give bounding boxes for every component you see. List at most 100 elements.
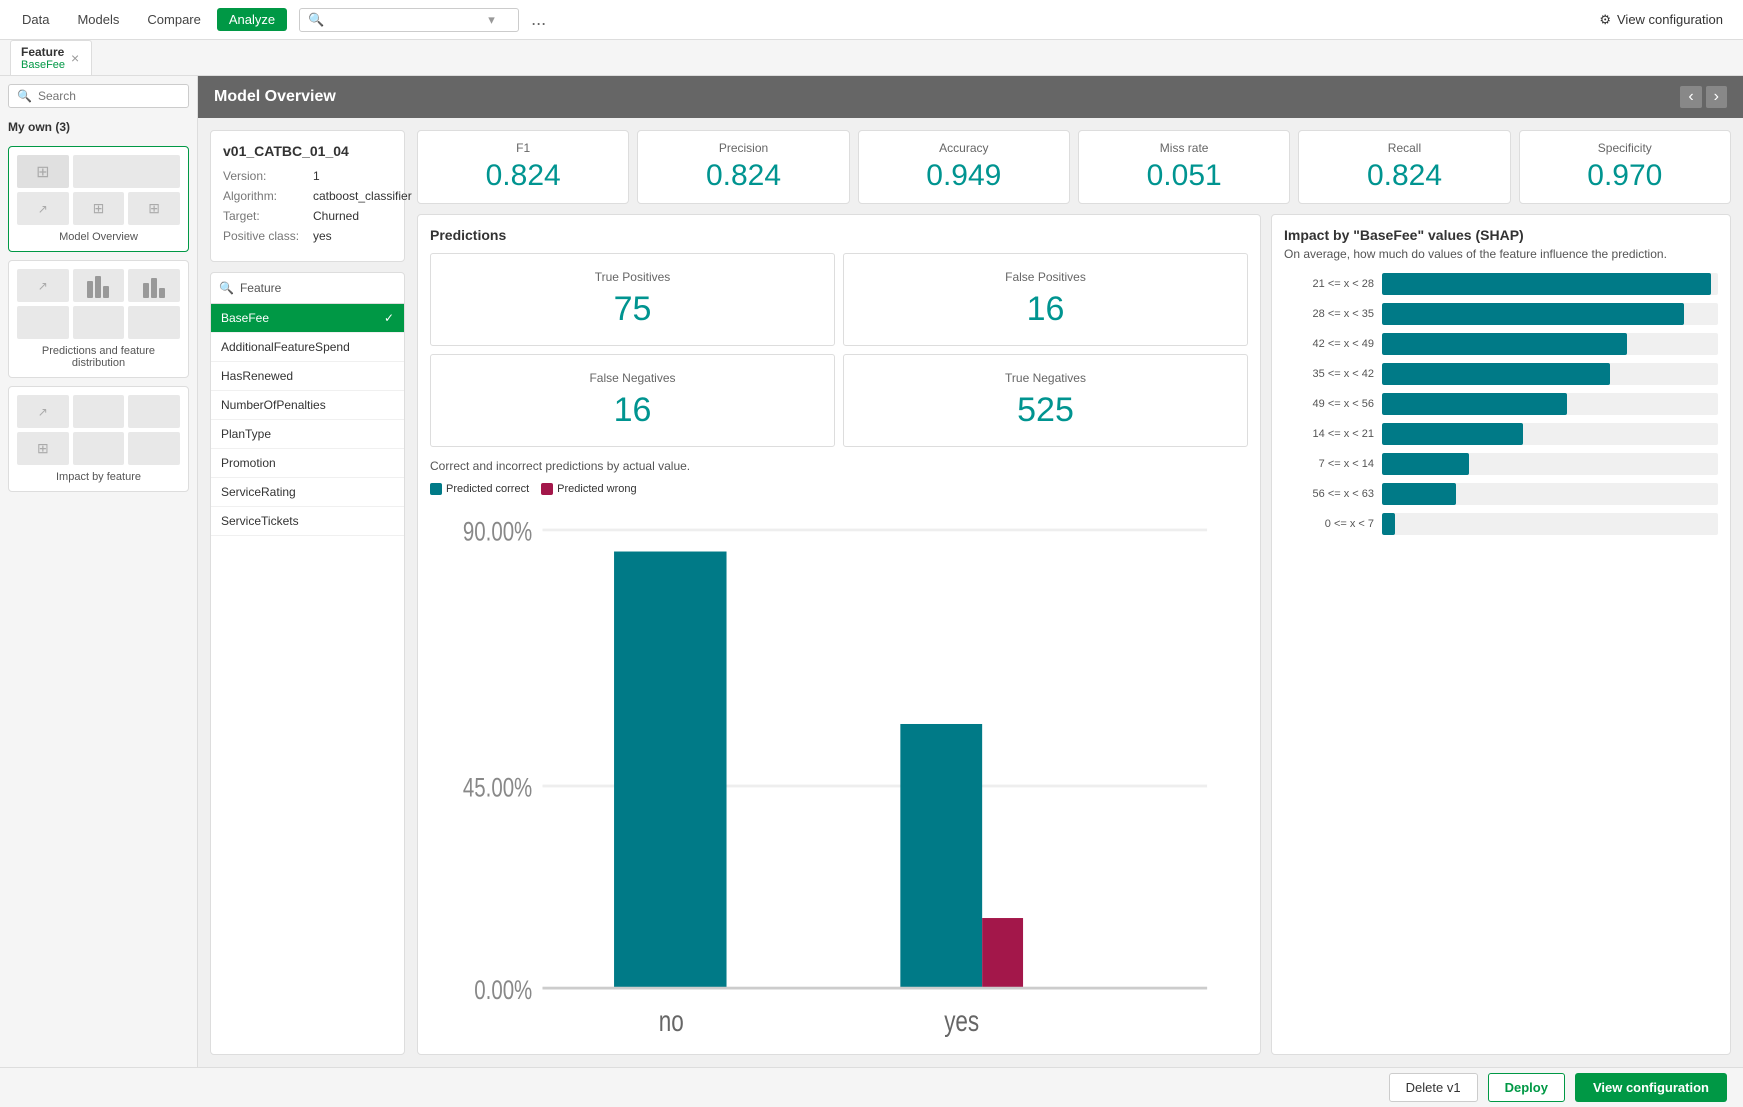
metric-specificity-label: Specificity — [1532, 141, 1718, 155]
export-icon: ↗ — [38, 202, 48, 216]
bar-chart-section: Correct and incorrect predictions by act… — [430, 459, 1248, 1042]
nav-models[interactable]: Models — [65, 8, 131, 31]
shap-bar-fill-2 — [1382, 333, 1627, 355]
model-info-version-row: Version: 1 — [223, 169, 392, 183]
close-icon[interactable]: × — [71, 50, 79, 66]
model-search-bar[interactable]: 🔍 v01_CATBC_01_04 ▾ — [299, 8, 519, 32]
deploy-button[interactable]: Deploy — [1488, 1073, 1565, 1102]
header-prev-button[interactable]: ‹ — [1680, 86, 1701, 108]
feature-item-plantype[interactable]: PlanType — [211, 420, 404, 449]
shap-bar-fill-3 — [1382, 363, 1610, 385]
feature-item-basefee[interactable]: BaseFee ✓ — [211, 304, 404, 333]
nav-compare[interactable]: Compare — [135, 8, 212, 31]
metric-precision-label: Precision — [650, 141, 836, 155]
tab-row: Feature BaseFee × — [0, 40, 1743, 76]
sidebar-search[interactable]: 🔍 — [8, 84, 189, 108]
sidebar-search-input[interactable] — [38, 89, 180, 103]
shap-bar-row-5: 14 <= x < 21 — [1284, 423, 1718, 445]
cm-false-positives: False Positives 16 — [843, 253, 1248, 346]
metric-miss-rate: Miss rate 0.051 — [1078, 130, 1290, 204]
more-options-button[interactable]: ... — [523, 5, 554, 34]
feature-item-servicerating[interactable]: ServiceRating — [211, 478, 404, 507]
metric-precision-value: 0.824 — [650, 159, 836, 193]
feature-item-penalties[interactable]: NumberOfPenalties — [211, 391, 404, 420]
target-value: Churned — [313, 209, 359, 223]
target-label: Target: — [223, 209, 313, 223]
shap-bar-fill-6 — [1382, 453, 1469, 475]
sidebar-section-label: My own (3) — [8, 116, 189, 138]
metric-f1: F1 0.824 — [417, 130, 629, 204]
puzzle-icon-4: ⊞ — [37, 440, 49, 457]
model-header: Model Overview ‹ › — [198, 76, 1743, 118]
shap-bar-fill-5 — [1382, 423, 1523, 445]
tab-title: Feature — [21, 45, 65, 59]
sidebar-card-impact[interactable]: ↗ ⊞ Impact by feature — [8, 386, 189, 492]
shap-bar-row-2: 42 <= x < 49 — [1284, 333, 1718, 355]
model-info-algorithm-row: Algorithm: catboost_classifier — [223, 189, 392, 203]
top-nav: Data Models Compare Analyze 🔍 v01_CATBC_… — [0, 0, 1743, 40]
export-icon-2: ↗ — [38, 279, 48, 293]
metric-recall-value: 0.824 — [1311, 159, 1497, 193]
metric-recall: Recall 0.824 — [1298, 130, 1510, 204]
bar-chart: 90.00% 45.00% 0.00% — [430, 503, 1248, 1042]
nav-analyze[interactable]: Analyze — [217, 8, 287, 31]
puzzle-icon-2: ⊞ — [93, 200, 105, 217]
header-next-button[interactable]: › — [1706, 86, 1727, 108]
sidebar-cards: ⊞ ↗ ⊞ ⊞ Model Overview — [8, 146, 189, 492]
model-search-input[interactable]: v01_CATBC_01_04 — [324, 12, 484, 27]
nav-data[interactable]: Data — [10, 8, 61, 31]
feature-item-hasrenewed[interactable]: HasRenewed — [211, 362, 404, 391]
legend-wrong-label: Predicted wrong — [557, 483, 637, 495]
charts-row: Predictions True Positives 75 False Posi… — [417, 214, 1731, 1055]
shap-bars: 21 <= x < 28 28 <= x < 35 — [1284, 273, 1718, 1042]
view-configuration-button[interactable]: ⚙ View configuration — [1589, 8, 1733, 32]
feature-item-promotion[interactable]: Promotion — [211, 449, 404, 478]
chevron-down-icon: ▾ — [488, 12, 495, 28]
shap-bar-label-3: 35 <= x < 42 — [1284, 368, 1374, 380]
shap-bar-label-5: 14 <= x < 21 — [1284, 428, 1374, 440]
metric-specificity-value: 0.970 — [1532, 159, 1718, 193]
delete-button[interactable]: Delete v1 — [1389, 1073, 1478, 1102]
feature-search-label: Feature — [240, 281, 281, 295]
sidebar-card-label-predictions: Predictions and feature distribution — [17, 345, 180, 369]
metric-precision: Precision 0.824 — [637, 130, 849, 204]
shap-bar-track-4 — [1382, 393, 1718, 415]
metric-f1-value: 0.824 — [430, 159, 616, 193]
shap-bar-row-7: 56 <= x < 63 — [1284, 483, 1718, 505]
algorithm-label: Algorithm: — [223, 189, 313, 203]
view-configuration-button-bottom[interactable]: View configuration — [1575, 1073, 1727, 1102]
shap-bar-row-0: 21 <= x < 28 — [1284, 273, 1718, 295]
sidebar-card-label-overview: Model Overview — [17, 231, 180, 243]
legend-correct-label: Predicted correct — [446, 483, 529, 495]
chart-legend: Predicted correct Predicted wrong — [430, 483, 1248, 495]
shap-bar-label-2: 42 <= x < 49 — [1284, 338, 1374, 350]
shap-bar-track-7 — [1382, 483, 1718, 505]
gear-icon: ⚙ — [1599, 12, 1611, 28]
content-area: Model Overview ‹ › v01_CATBC_01_04 Versi… — [198, 76, 1743, 1067]
checkmark-icon: ✓ — [384, 311, 394, 325]
version-label: Version: — [223, 169, 313, 183]
shap-bar-row-3: 35 <= x < 42 — [1284, 363, 1718, 385]
sidebar-card-model-overview[interactable]: ⊞ ↗ ⊞ ⊞ Model Overview — [8, 146, 189, 252]
metric-f1-label: F1 — [430, 141, 616, 155]
tab-feature-basefee[interactable]: Feature BaseFee × — [10, 40, 92, 75]
shap-bar-label-6: 7 <= x < 14 — [1284, 458, 1374, 470]
metric-accuracy-label: Accuracy — [871, 141, 1057, 155]
shap-bar-fill-0 — [1382, 273, 1711, 295]
model-info-card: v01_CATBC_01_04 Version: 1 Algorithm: ca… — [210, 130, 405, 262]
sidebar-card-predictions[interactable]: ↗ Predictions and — [8, 260, 189, 378]
cm-true-positives: True Positives 75 — [430, 253, 835, 346]
shap-bar-row-1: 28 <= x < 35 — [1284, 303, 1718, 325]
shap-bar-track-2 — [1382, 333, 1718, 355]
legend-correct: Predicted correct — [430, 483, 529, 495]
metric-accuracy: Accuracy 0.949 — [858, 130, 1070, 204]
shap-bar-label-1: 28 <= x < 35 — [1284, 308, 1374, 320]
model-name: v01_CATBC_01_04 — [223, 143, 392, 159]
right-side: F1 0.824 Precision 0.824 Accuracy 0.949 … — [417, 130, 1731, 1055]
bar-chart-desc: Correct and incorrect predictions by act… — [430, 459, 1248, 473]
feature-search-bar[interactable]: 🔍 Feature — [211, 273, 404, 304]
feature-item-servicetickets[interactable]: ServiceTickets — [211, 507, 404, 536]
shap-bar-fill-1 — [1382, 303, 1684, 325]
feature-item-additional[interactable]: AdditionalFeatureSpend — [211, 333, 404, 362]
shap-bar-row-6: 7 <= x < 14 — [1284, 453, 1718, 475]
